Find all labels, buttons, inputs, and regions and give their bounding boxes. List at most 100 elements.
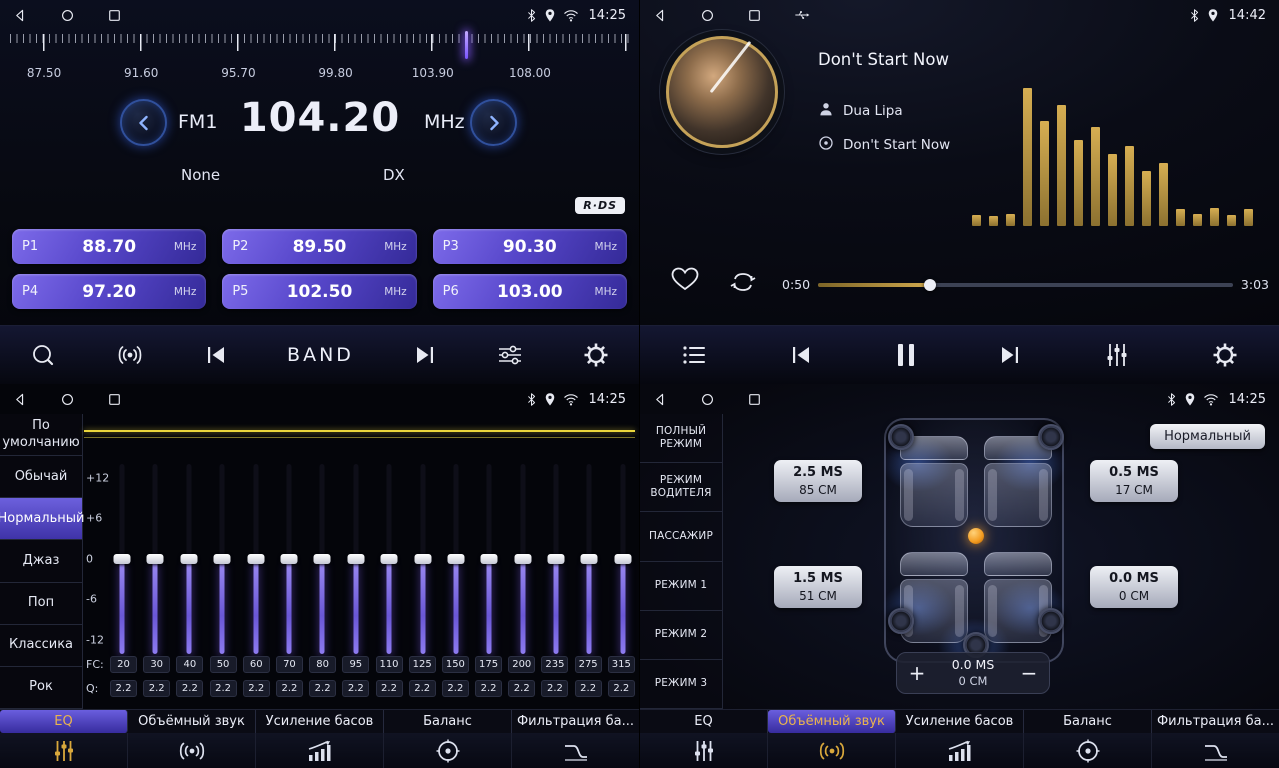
mode-1[interactable]: РЕЖИМ 1 [640,562,722,611]
decrease-delay-button[interactable]: − [1009,661,1049,685]
tab-filter[interactable]: Фильтрация ба... [1152,710,1279,733]
eq-band-slider[interactable] [212,464,232,654]
scan-icon[interactable] [30,342,56,368]
recents-icon[interactable] [747,8,762,23]
filter-tab-icon[interactable] [512,733,639,768]
slider-knob[interactable] [381,554,398,564]
tab-surround[interactable]: Объёмный звук [768,710,896,733]
settings-gear-icon[interactable] [1212,342,1238,368]
delay-front-right-button[interactable]: 0.5 MS 17 CM [1090,460,1178,502]
mode-driver[interactable]: РЕЖИМ ВОДИТЕЛЯ [640,463,722,512]
slider-knob[interactable] [147,554,164,564]
eq-band-slider[interactable] [546,464,566,654]
eq-preset-pop[interactable]: Поп [0,583,82,625]
equalizer-icon[interactable] [1104,342,1130,368]
pause-icon[interactable] [895,342,917,368]
favorite-heart-icon[interactable] [670,266,700,296]
tab-bass-boost[interactable]: Усиление басов [256,710,384,733]
tab-surround[interactable]: Объёмный звук [128,710,256,733]
eq-band-slider[interactable] [246,464,266,654]
slider-knob[interactable] [447,554,464,564]
preset-button-p3[interactable]: P3 90.30 MHz [433,229,627,264]
preset-button-p5[interactable]: P5 102.50 MHz [222,274,416,309]
eq-band-slider[interactable] [513,464,533,654]
tab-eq[interactable]: EQ [640,710,768,733]
surround-profile-button[interactable]: Нормальный [1150,424,1265,449]
eq-band-slider[interactable] [145,464,165,654]
slider-knob[interactable] [347,554,364,564]
tune-up-button[interactable] [470,99,517,146]
next-station-icon[interactable] [413,344,437,366]
eq-band-slider[interactable] [112,464,132,654]
eq-band-slider[interactable] [312,464,332,654]
bass-boost-tab-icon[interactable] [256,733,384,768]
mode-2[interactable]: РЕЖИМ 2 [640,611,722,660]
home-icon[interactable] [60,392,75,407]
balance-tab-icon[interactable] [384,733,512,768]
home-icon[interactable] [700,8,715,23]
eq-tab-icon[interactable] [640,733,768,768]
back-icon[interactable] [653,8,668,23]
tab-bass-boost[interactable]: Усиление басов [896,710,1024,733]
mode-passenger[interactable]: ПАССАЖИР [640,512,722,561]
eq-sliders-icon[interactable] [496,343,524,367]
playlist-icon[interactable] [681,343,707,367]
band-button[interactable]: BAND [287,344,354,366]
back-icon[interactable] [13,392,28,407]
back-icon[interactable] [653,392,668,407]
slider-knob[interactable] [114,554,131,564]
home-icon[interactable] [700,392,715,407]
surround-tab-icon[interactable] [768,733,896,768]
preset-button-p6[interactable]: P6 103.00 MHz [433,274,627,309]
eq-band-slider[interactable] [346,464,366,654]
bass-boost-tab-icon[interactable] [896,733,1024,768]
delay-front-left-button[interactable]: 2.5 MS 85 CM [774,460,862,502]
eq-band-slider[interactable] [279,464,299,654]
mode-full[interactable]: ПОЛНЫЙ РЕЖИМ [640,414,722,463]
eq-preset-custom[interactable]: Обычай [0,456,82,498]
preset-button-p2[interactable]: P2 89.50 MHz [222,229,416,264]
eq-preset-classic[interactable]: Классика [0,625,82,667]
slider-knob[interactable] [280,554,297,564]
eq-preset-normal[interactable]: Нормальный [0,498,82,540]
increase-delay-button[interactable]: + [897,661,937,685]
repeat-icon[interactable] [728,270,758,298]
preset-button-p4[interactable]: P4 97.20 MHz [12,274,206,309]
eq-band-slider[interactable] [179,464,199,654]
eq-band-slider[interactable] [613,464,633,654]
delay-rear-left-button[interactable]: 1.5 MS 51 CM [774,566,862,608]
eq-preset-rock[interactable]: Рок [0,667,82,709]
tune-down-button[interactable] [120,99,167,146]
next-track-icon[interactable] [998,344,1022,366]
eq-preset-default[interactable]: По умолчанию [0,414,82,456]
progress-knob[interactable] [924,279,936,291]
slider-knob[interactable] [314,554,331,564]
eq-tab-icon[interactable] [0,733,128,768]
slider-knob[interactable] [614,554,631,564]
slider-knob[interactable] [581,554,598,564]
filter-tab-icon[interactable] [1152,733,1279,768]
recents-icon[interactable] [747,392,762,407]
tab-eq[interactable]: EQ [0,710,128,733]
mode-3[interactable]: РЕЖИМ 3 [640,660,722,709]
slider-knob[interactable] [414,554,431,564]
surround-tab-icon[interactable] [128,733,256,768]
slider-knob[interactable] [481,554,498,564]
slider-knob[interactable] [514,554,531,564]
slider-knob[interactable] [548,554,565,564]
eq-band-slider[interactable] [379,464,399,654]
previous-station-icon[interactable] [204,344,228,366]
recents-icon[interactable] [107,8,122,23]
preset-button-p1[interactable]: P1 88.70 MHz [12,229,206,264]
eq-preset-jazz[interactable]: Джаз [0,540,82,582]
delay-rear-right-button[interactable]: 0.0 MS 0 CM [1090,566,1178,608]
eq-band-slider[interactable] [413,464,433,654]
broadcast-icon[interactable] [115,342,145,368]
eq-band-slider[interactable] [479,464,499,654]
settings-gear-icon[interactable] [583,342,609,368]
home-icon[interactable] [60,8,75,23]
balance-tab-icon[interactable] [1024,733,1152,768]
frequency-scale[interactable]: 87.50 91.60 95.70 99.80 103.90 108.00 [10,34,629,84]
slider-knob[interactable] [247,554,264,564]
tab-balance[interactable]: Баланс [1024,710,1152,733]
